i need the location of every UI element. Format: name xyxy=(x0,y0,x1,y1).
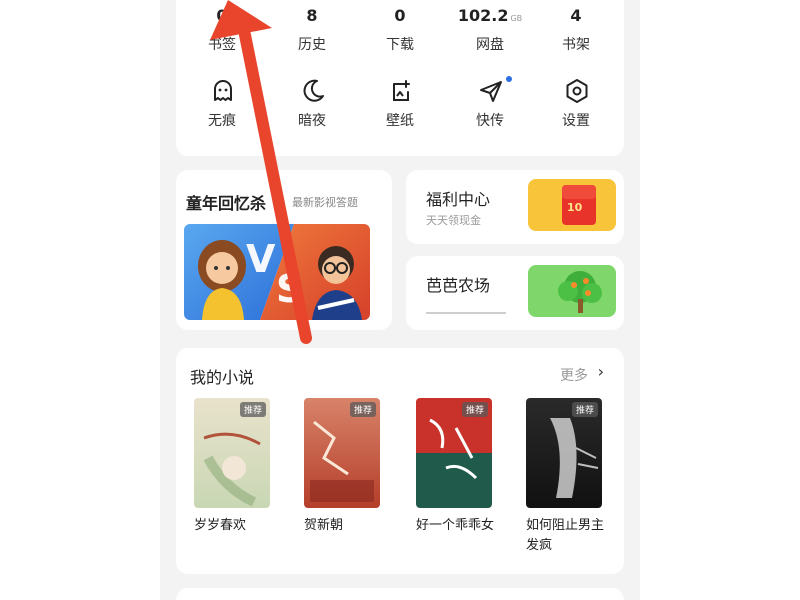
wallpaper-icon xyxy=(393,80,410,101)
stat-value: 102.2 xyxy=(457,6,509,25)
farm-title: 芭芭农场 xyxy=(426,276,491,295)
childhood-memory-card[interactable]: 童年回忆杀 最新影视答题 V S xyxy=(176,170,392,330)
promo-subtitle: 最新影视答题 xyxy=(292,196,358,209)
stat-label: 下载 xyxy=(386,37,414,53)
quick-access-card: 0 书签 8 历史 0 下载 102.2 GB 网盘 4 书架 无痕 暗夜 壁纸… xyxy=(176,0,624,156)
recommend-badge: 推荐 xyxy=(571,402,598,417)
book-title: 贺新朝 xyxy=(304,518,344,533)
book-title: 如何阻止男主发疯 xyxy=(526,518,605,553)
book-cover[interactable]: 推荐 xyxy=(304,398,380,508)
send-icon xyxy=(480,81,502,102)
welfare-title: 福利中心 xyxy=(426,190,491,209)
stat-value: 0 xyxy=(394,6,406,25)
phone-screen: 0 书签 8 历史 0 下载 102.2 GB 网盘 4 书架 无痕 暗夜 壁纸… xyxy=(160,0,640,600)
book-cover[interactable]: 推荐 xyxy=(194,398,270,508)
tool-label: 快传 xyxy=(476,113,504,129)
section-title: 我的小说 xyxy=(190,368,255,387)
next-section-card xyxy=(176,588,624,600)
book-title: 好一个乖乖女 xyxy=(416,518,495,533)
fruit-tree-image xyxy=(528,265,616,317)
recommend-badge: 推荐 xyxy=(349,402,376,417)
tool-label: 壁纸 xyxy=(386,113,414,129)
more-link[interactable]: 更多 xyxy=(560,365,588,385)
tool-label: 暗夜 xyxy=(298,113,326,129)
recommend-badge: 推荐 xyxy=(461,402,488,417)
red-envelope-image: 10 xyxy=(528,179,616,231)
stat-label: 网盘 xyxy=(476,37,504,53)
svg-text:10: 10 xyxy=(567,201,583,214)
blurred-text-placeholder xyxy=(426,302,516,314)
ghost-icon xyxy=(214,80,232,101)
settings-icon xyxy=(566,79,588,103)
book-cover[interactable]: 推荐 xyxy=(526,398,602,508)
vs-banner-image[interactable]: V S xyxy=(184,224,370,320)
promo-title: 童年回忆杀 xyxy=(186,194,267,213)
chevron-right-icon[interactable]: › xyxy=(598,362,604,381)
farm-card[interactable]: 芭芭农场 xyxy=(406,256,624,330)
stat-label: 历史 xyxy=(298,37,326,53)
svg-text:V: V xyxy=(246,237,276,281)
stat-label: 书签 xyxy=(208,37,236,53)
svg-text:S: S xyxy=(276,267,303,311)
my-novels-card: 我的小说 更多 › 推荐 岁岁春欢 推荐 贺新朝 推荐 好一个乖乖女 推荐 如何… xyxy=(176,348,624,574)
welfare-subtitle: 天天领现金 xyxy=(426,214,481,227)
notification-dot xyxy=(506,76,512,82)
moon-icon xyxy=(303,79,324,102)
stat-value: 4 xyxy=(570,6,582,25)
stat-label: 书架 xyxy=(562,37,590,53)
recommend-badge: 推荐 xyxy=(239,402,266,417)
book-cover[interactable]: 推荐 xyxy=(416,398,492,508)
welfare-center-card[interactable]: 福利中心 天天领现金 10 xyxy=(406,170,624,244)
stat-value: 8 xyxy=(306,6,318,25)
stat-value: 0 xyxy=(216,6,228,25)
stat-unit: GB xyxy=(510,14,523,23)
tool-label: 设置 xyxy=(562,113,590,129)
tool-label: 无痕 xyxy=(208,113,236,129)
book-title: 岁岁春欢 xyxy=(194,518,247,533)
